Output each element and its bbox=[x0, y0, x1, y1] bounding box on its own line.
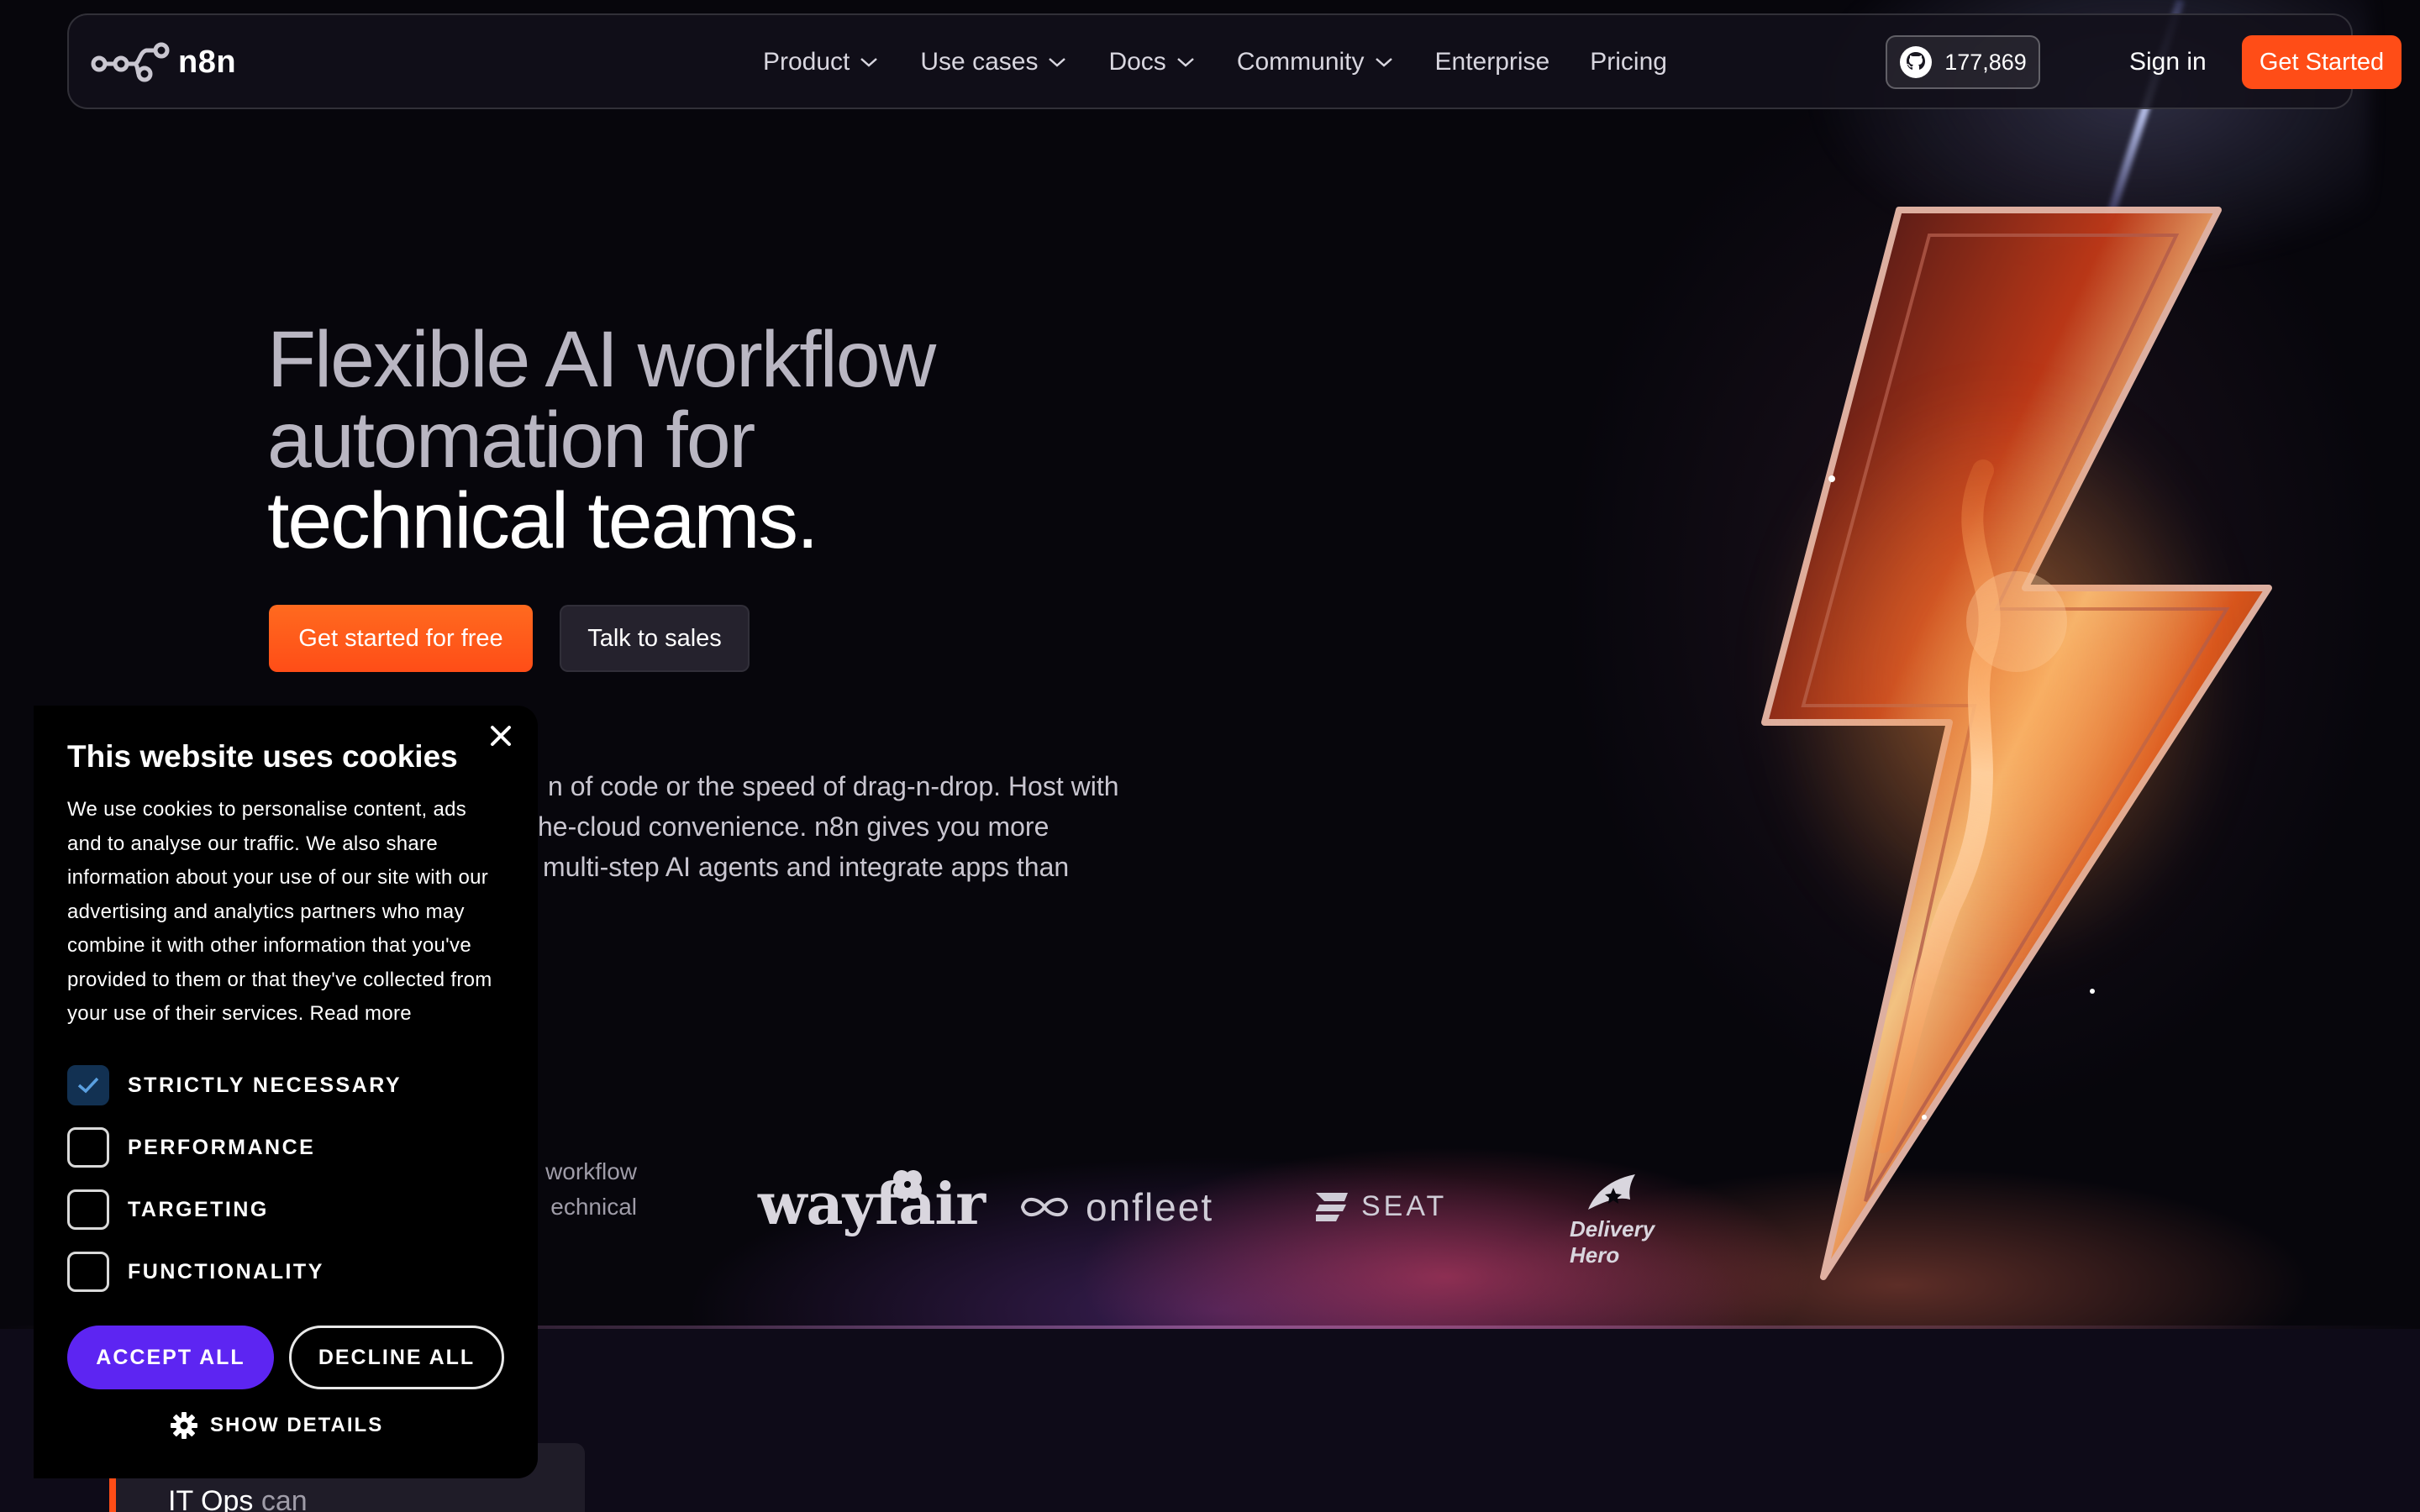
nav-community-label: Community bbox=[1236, 48, 1365, 76]
wayfair-wordmark: wayfair bbox=[758, 1171, 986, 1238]
nav-product-label: Product bbox=[763, 48, 850, 76]
brand-name: n8n bbox=[178, 44, 237, 80]
onfleet-wordmark: onfleet bbox=[1086, 1185, 1214, 1229]
checkmark-icon bbox=[77, 1077, 99, 1094]
cookie-option-functionality[interactable]: FUNCTIONALITY bbox=[67, 1252, 324, 1292]
strictly-necessary-label: STRICTLY NECESSARY bbox=[128, 1073, 402, 1097]
wayfair-flower-icon bbox=[893, 1170, 922, 1199]
show-details-toggle[interactable]: SHOW DETAILS bbox=[170, 1411, 383, 1440]
hero-title-line-1: Flexible AI workflow bbox=[267, 315, 936, 404]
nav-community[interactable]: Community bbox=[1237, 48, 1393, 76]
functionality-checkbox[interactable] bbox=[67, 1252, 109, 1292]
close-icon[interactable] bbox=[486, 721, 516, 751]
n8n-logo-icon bbox=[91, 42, 170, 82]
performance-label: PERFORMANCE bbox=[128, 1135, 316, 1159]
seat-logo: SEAT bbox=[1313, 1189, 1447, 1223]
cookie-banner-title: This website uses cookies bbox=[67, 739, 458, 774]
top-navbar: n8n Product Use cases Docs Community Ent… bbox=[67, 13, 2402, 109]
sign-in-link[interactable]: Sign in bbox=[2129, 35, 2207, 89]
cookie-option-performance[interactable]: PERFORMANCE bbox=[67, 1127, 315, 1168]
read-more-link[interactable]: Read more bbox=[310, 1002, 412, 1025]
chevron-down-icon bbox=[1375, 58, 1392, 67]
delivery-hero-icon bbox=[1587, 1174, 1635, 1210]
nav-enterprise-label: Enterprise bbox=[1434, 48, 1550, 76]
nav-use-cases-label: Use cases bbox=[920, 48, 1039, 76]
delivery-hero-logo: Delivery Hero bbox=[1570, 1171, 1655, 1268]
use-case-card-heading: IT Ops bbox=[168, 1485, 254, 1512]
wayfair-logo: wayfair bbox=[758, 1170, 986, 1238]
show-details-label: SHOW DETAILS bbox=[210, 1414, 384, 1436]
infinity-icon bbox=[1020, 1198, 1069, 1216]
cookie-banner-body: We use cookies to personalise content, a… bbox=[67, 798, 492, 1025]
nav-enterprise[interactable]: Enterprise bbox=[1435, 48, 1550, 76]
use-case-card-rest: can bbox=[260, 1485, 308, 1512]
use-case-card-title: IT Ops can bbox=[168, 1485, 308, 1512]
seat-wordmark: SEAT bbox=[1361, 1189, 1448, 1222]
github-stars-button[interactable]: 177,869 bbox=[1886, 35, 2040, 89]
main-navigation: Product Use cases Docs Community Enterpr… bbox=[763, 39, 1707, 86]
chevron-down-icon bbox=[1176, 58, 1194, 67]
onfleet-logo: onfleet bbox=[1017, 1184, 1213, 1230]
decline-all-button[interactable]: DECLINE ALL bbox=[289, 1326, 504, 1389]
chevron-down-icon bbox=[860, 58, 878, 67]
gear-icon bbox=[171, 1412, 197, 1439]
targeting-label: TARGETING bbox=[128, 1197, 269, 1221]
nav-use-cases[interactable]: Use cases bbox=[920, 48, 1066, 76]
nav-docs[interactable]: Docs bbox=[1108, 48, 1194, 76]
page: n8n Product Use cases Docs Community Ent… bbox=[0, 0, 2420, 1512]
hero-title-line-3: technical teams. bbox=[267, 476, 818, 565]
lightning-bolt-icon bbox=[1731, 151, 2319, 1310]
delivery-hero-wordmark: Delivery Hero bbox=[1570, 1216, 1655, 1268]
get-started-free-button[interactable]: Get started for free bbox=[269, 605, 533, 672]
cookie-banner: This website uses cookies We use cookies… bbox=[34, 706, 538, 1478]
nav-pricing[interactable]: Pricing bbox=[1590, 48, 1667, 76]
nav-pricing-label: Pricing bbox=[1590, 48, 1667, 76]
github-stars-count: 177,869 bbox=[1944, 49, 2027, 75]
performance-checkbox[interactable] bbox=[67, 1127, 109, 1168]
cookie-option-targeting[interactable]: TARGETING bbox=[67, 1189, 269, 1230]
functionality-label: FUNCTIONALITY bbox=[128, 1259, 324, 1284]
strictly-necessary-checkbox[interactable] bbox=[67, 1065, 109, 1105]
nav-docs-label: Docs bbox=[1108, 48, 1166, 76]
targeting-checkbox[interactable] bbox=[67, 1189, 109, 1230]
accept-all-button[interactable]: ACCEPT ALL bbox=[67, 1326, 274, 1389]
chevron-down-icon bbox=[1049, 58, 1066, 67]
hero-heading: Flexible AI workflow automation for tech… bbox=[267, 319, 1192, 561]
seat-s-icon bbox=[1316, 1193, 1348, 1221]
talk-to-sales-button[interactable]: Talk to sales bbox=[560, 605, 750, 672]
nav-product[interactable]: Product bbox=[763, 48, 878, 76]
github-icon bbox=[1900, 46, 1933, 78]
cookie-banner-text: We use cookies to personalise content, a… bbox=[67, 793, 504, 1032]
cookie-option-strictly-necessary[interactable]: STRICTLY NECESSARY bbox=[67, 1065, 402, 1105]
hero-title-line-2: automation for bbox=[267, 396, 755, 485]
brand-logo[interactable]: n8n bbox=[91, 40, 236, 84]
get-started-button[interactable]: Get Started bbox=[2242, 35, 2402, 89]
